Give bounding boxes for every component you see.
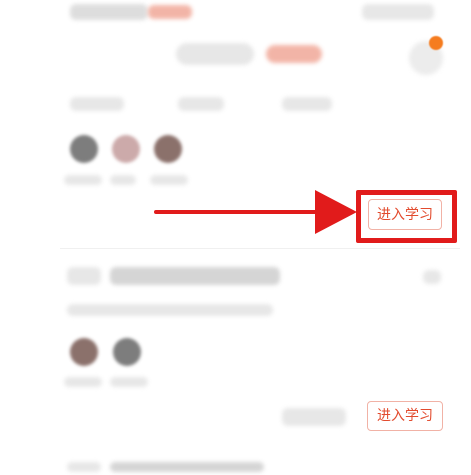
course-subtitle bbox=[67, 304, 273, 316]
filter-1[interactable] bbox=[70, 97, 124, 111]
enter-study-button-2-label: 进入学习 bbox=[377, 408, 433, 424]
bottom-title bbox=[110, 462, 264, 472]
filter-3[interactable] bbox=[282, 97, 332, 111]
notification-badge-icon bbox=[429, 36, 443, 50]
secondary-action[interactable] bbox=[282, 408, 346, 426]
enter-study-button-2[interactable]: 进入学习 bbox=[367, 401, 443, 431]
avatar-1 bbox=[70, 135, 98, 163]
avatar-name-5 bbox=[110, 377, 148, 387]
divider bbox=[60, 248, 460, 249]
avatar-3 bbox=[154, 135, 182, 163]
bottom-tag bbox=[67, 462, 101, 472]
avatar-name-4 bbox=[64, 377, 102, 387]
enter-study-button-label: 进入学习 bbox=[377, 206, 433, 223]
course-title bbox=[110, 267, 280, 285]
tab-1[interactable] bbox=[176, 43, 254, 65]
enter-study-button[interactable]: 进入学习 bbox=[368, 199, 442, 230]
header-badge bbox=[148, 5, 192, 19]
tab-2[interactable] bbox=[266, 45, 322, 63]
annotation-arrow-head bbox=[315, 190, 357, 234]
header-right-text bbox=[362, 4, 434, 20]
avatar-5 bbox=[113, 338, 141, 366]
annotation-arrow-line bbox=[154, 210, 332, 214]
filter-2[interactable] bbox=[178, 97, 224, 111]
avatar-2 bbox=[112, 135, 140, 163]
avatar-name-3 bbox=[150, 175, 188, 185]
header-title bbox=[70, 4, 148, 20]
avatar-name-2 bbox=[110, 175, 136, 185]
course-chevron-icon[interactable] bbox=[423, 270, 441, 284]
avatar-4 bbox=[70, 338, 98, 366]
avatar-name-1 bbox=[64, 175, 102, 185]
course-tag bbox=[67, 267, 101, 285]
